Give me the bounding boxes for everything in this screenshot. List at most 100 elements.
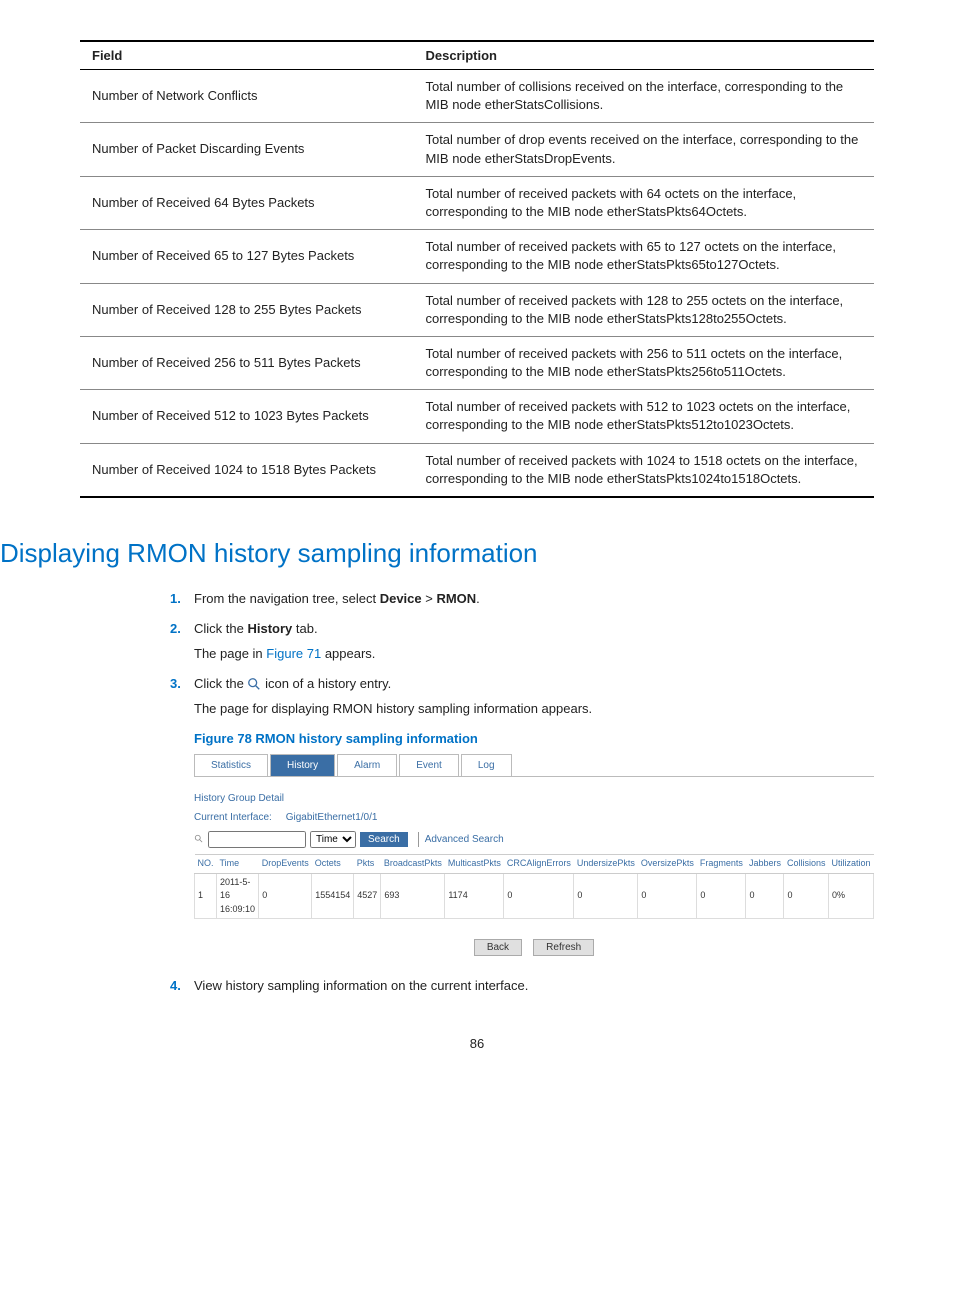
col-header: CRCAlignErrors — [504, 855, 574, 874]
cell: 0 — [504, 873, 574, 919]
desc-cell: Total number of drop events received on … — [413, 123, 874, 176]
iface-label: Current Interface: — [194, 812, 272, 823]
step-4: 4. View history sampling information on … — [170, 976, 874, 996]
text: icon of a history entry. — [265, 676, 391, 691]
table-row: 12011-5-16 16:09:10015541544527693117400… — [195, 873, 874, 919]
text: . — [476, 591, 480, 606]
search-bar: Time Search Advanced Search — [194, 831, 874, 848]
group-title: History Group Detail — [194, 791, 874, 806]
field-cell: Number of Packet Discarding Events — [80, 123, 413, 176]
refresh-button[interactable]: Refresh — [533, 939, 594, 956]
tab-statistics[interactable]: Statistics — [194, 754, 268, 776]
desc-cell: Total number of received packets with 51… — [413, 390, 874, 443]
tab-alarm[interactable]: Alarm — [337, 754, 397, 776]
col-header: Octets — [312, 855, 354, 874]
cell: 0 — [746, 873, 784, 919]
section-heading: Displaying RMON history sampling informa… — [0, 538, 874, 569]
advanced-search-link[interactable]: Advanced Search — [418, 832, 504, 847]
desc-cell: Total number of received packets with 65… — [413, 230, 874, 283]
text: > — [422, 591, 437, 606]
desc-cell: Total number of received packets with 12… — [413, 283, 874, 336]
field-description-table: Field Description Number of Network Conf… — [80, 40, 874, 498]
col-field: Field — [80, 41, 413, 70]
page-number: 86 — [80, 1036, 874, 1051]
cell: 0 — [697, 873, 746, 919]
step-num: 2. — [170, 619, 181, 639]
col-header: Jabbers — [746, 855, 784, 874]
bold-rmon: RMON — [436, 591, 476, 606]
field-cell: Number of Received 512 to 1023 Bytes Pac… — [80, 390, 413, 443]
search-input[interactable] — [208, 831, 306, 848]
step-2: 2. Click the History tab. The page in Fi… — [170, 619, 874, 664]
text: Click the — [194, 676, 247, 691]
col-header: Time — [217, 855, 259, 874]
history-table: NO.TimeDropEventsOctetsPktsBroadcastPkts… — [194, 854, 874, 919]
step-num: 3. — [170, 674, 181, 694]
col-header: BroadcastPkts — [381, 855, 445, 874]
cell: 2011-5-16 16:09:10 — [217, 873, 259, 919]
text: The page for displaying RMON history sam… — [194, 699, 874, 719]
text: appears. — [321, 646, 375, 661]
field-cell: Number of Network Conflicts — [80, 70, 413, 123]
step-1: 1. From the navigation tree, select Devi… — [170, 589, 874, 609]
desc-cell: Total number of received packets with 64… — [413, 176, 874, 229]
cell: 1174 — [445, 873, 504, 919]
table-row: Number of Network ConflictsTotal number … — [80, 70, 874, 123]
field-cell: Number of Received 65 to 127 Bytes Packe… — [80, 230, 413, 283]
desc-cell: Total number of received packets with 25… — [413, 336, 874, 389]
cell: 0 — [784, 873, 829, 919]
steps-list: 1. From the navigation tree, select Devi… — [170, 589, 874, 996]
field-cell: Number of Received 128 to 255 Bytes Pack… — [80, 283, 413, 336]
tab-bar: StatisticsHistoryAlarmEventLog — [194, 754, 874, 777]
text: tab. — [292, 621, 317, 636]
tab-event[interactable]: Event — [399, 754, 459, 776]
table-row: Number of Received 256 to 511 Bytes Pack… — [80, 336, 874, 389]
col-header: Pkts — [354, 855, 381, 874]
tab-log[interactable]: Log — [461, 754, 512, 776]
col-header: MulticastPkts — [445, 855, 504, 874]
figure-link[interactable]: Figure 71 — [266, 646, 321, 661]
table-row: Number of Received 512 to 1023 Bytes Pac… — [80, 390, 874, 443]
cell: 0 — [638, 873, 697, 919]
bold-device: Device — [380, 591, 422, 606]
search-icon — [194, 832, 204, 847]
col-header: DropEvents — [259, 855, 312, 874]
cell: 0% — [828, 873, 873, 919]
text: Click the — [194, 621, 247, 636]
col-desc: Description — [413, 41, 874, 70]
text: From the navigation tree, select — [194, 591, 380, 606]
figure-caption: Figure 78 RMON history sampling informat… — [194, 729, 874, 749]
col-header: Collisions — [784, 855, 829, 874]
iface-line: Current Interface: GigabitEthernet1/0/1 — [194, 810, 874, 825]
step-num: 1. — [170, 589, 181, 609]
desc-cell: Total number of received packets with 10… — [413, 443, 874, 497]
iface-value: GigabitEthernet1/0/1 — [286, 812, 378, 823]
cell: 693 — [381, 873, 445, 919]
back-button[interactable]: Back — [474, 939, 522, 956]
table-row: Number of Received 1024 to 1518 Bytes Pa… — [80, 443, 874, 497]
col-header: NO. — [195, 855, 217, 874]
search-button[interactable]: Search — [360, 832, 408, 847]
col-header: OversizePkts — [638, 855, 697, 874]
figure-78: StatisticsHistoryAlarmEventLog History G… — [194, 754, 874, 956]
field-cell: Number of Received 64 Bytes Packets — [80, 176, 413, 229]
tab-history[interactable]: History — [270, 754, 335, 776]
button-row: Back Refresh — [194, 939, 874, 956]
table-row: Number of Received 64 Bytes PacketsTotal… — [80, 176, 874, 229]
step-3: 3. Click the icon of a history entry. Th… — [170, 674, 874, 957]
text: View history sampling information on the… — [194, 978, 528, 993]
cell: 1554154 — [312, 873, 354, 919]
field-cell: Number of Received 1024 to 1518 Bytes Pa… — [80, 443, 413, 497]
col-header: UndersizePkts — [574, 855, 638, 874]
table-row: Number of Packet Discarding EventsTotal … — [80, 123, 874, 176]
step-num: 4. — [170, 976, 181, 996]
col-header: Fragments — [697, 855, 746, 874]
field-cell: Number of Received 256 to 511 Bytes Pack… — [80, 336, 413, 389]
text: The page in — [194, 646, 266, 661]
cell: 0 — [259, 873, 312, 919]
cell: 0 — [574, 873, 638, 919]
cell: 1 — [195, 873, 217, 919]
search-field-select[interactable]: Time — [310, 831, 356, 848]
bold-history: History — [247, 621, 292, 636]
zoom-icon — [247, 677, 261, 691]
